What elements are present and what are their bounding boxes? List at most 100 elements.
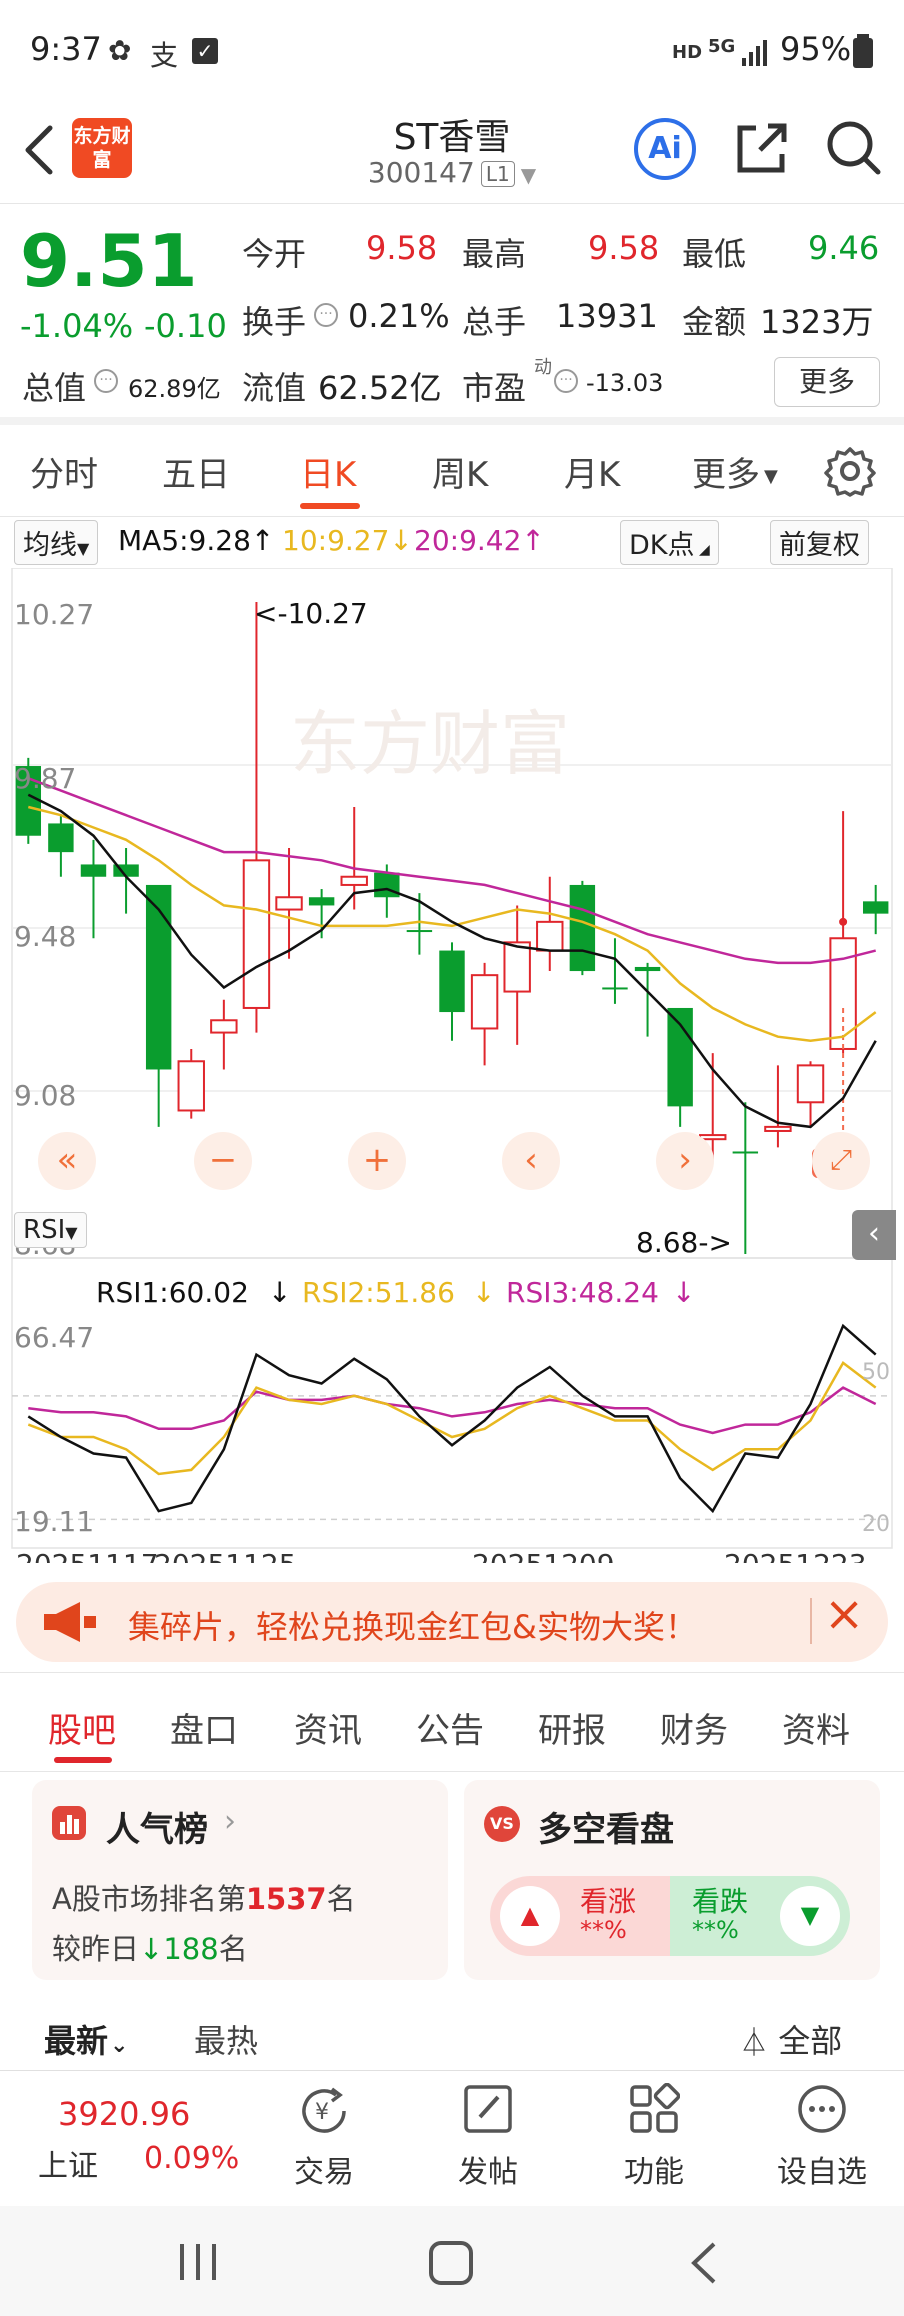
watchlist-label: 设自选 — [777, 2155, 867, 2190]
pe-value: -13.03 — [586, 369, 664, 397]
close-icon[interactable]: × — [824, 1586, 864, 1642]
scroll-left-fast-button[interactable]: « — [38, 1132, 96, 1190]
tab-announcements[interactable]: 公告 — [416, 1703, 484, 1752]
zoom-in-button[interactable]: + — [348, 1132, 406, 1190]
candle-body — [242, 859, 271, 1009]
content-tabs: 股吧 盘口 资讯 公告 研报 财务 资料 — [0, 1672, 904, 1772]
filter-all[interactable]: ⏃ 全部 — [740, 2016, 842, 2062]
candle-body — [536, 920, 564, 952]
recent-apps-icon[interactable] — [176, 2242, 220, 2282]
low-label: 最低 — [682, 235, 747, 273]
tab-guba[interactable]: 股吧 — [48, 1703, 116, 1752]
quote-panel: 9.51 -1.04% -0.10 今开 9.58 最高 9.58 最低 9.4… — [0, 205, 904, 425]
share-icon[interactable] — [734, 120, 790, 176]
ma10-text: 10:9.27 — [282, 524, 390, 557]
kline-chart[interactable]: 东方财富 10.27 9.87 9.48 9.08 8.68 <-10.27 8… — [0, 568, 904, 1563]
candle-body — [764, 1125, 792, 1132]
down-arrow-icon: ↓ — [672, 1276, 695, 1309]
candle-body — [602, 987, 628, 990]
scroll-left-button[interactable]: ‹ — [502, 1132, 560, 1190]
sentiment-card[interactable]: VS 多空看盘 ▲ 看涨 **% 看跌 **% ▼ — [464, 1780, 880, 1980]
candle-body — [308, 897, 335, 906]
tab-daily-k[interactable]: 日K — [300, 447, 356, 496]
caret-down-icon: ▼ — [77, 539, 90, 558]
y-label-2: 9.87 — [14, 762, 76, 795]
filter-icon: ⏃ — [740, 2026, 769, 2059]
indicator-select[interactable]: 均线▼ — [14, 520, 99, 565]
more-button[interactable]: 更多 — [774, 357, 880, 407]
y-label-max: 10.27 — [14, 598, 94, 631]
tab-pankou[interactable]: 盘口 — [170, 1703, 238, 1752]
vs-icon: VS — [484, 1806, 520, 1842]
chevron-right-icon: › — [224, 1804, 236, 1839]
info-icon[interactable]: ··· — [314, 303, 338, 327]
index-name[interactable]: 上证 — [38, 2141, 98, 2185]
ma5-label: MA5:9.28↑ — [118, 524, 274, 557]
kline-chart-area: 均线▼ MA5:9.28↑ 10:9.27↓ 20:9.42↑ DK点 ◢ 前复… — [0, 518, 904, 1563]
tab-more[interactable]: 更多 ▼ — [692, 447, 778, 496]
dk-point-button[interactable]: DK点 ◢ — [620, 520, 719, 565]
tab-news[interactable]: 资讯 — [294, 1703, 362, 1752]
tab-finance[interactable]: 财务 — [660, 1703, 728, 1752]
float-label: 流值 — [242, 369, 307, 407]
tab-five-day[interactable]: 五日 — [162, 447, 230, 496]
candle-body — [340, 875, 368, 886]
ai-button[interactable]: Ai — [634, 118, 696, 180]
pe-label: 市盈 — [462, 369, 527, 407]
scroll-right-button[interactable]: › — [656, 1132, 714, 1190]
down-arrow-icon: ↓ — [268, 1276, 291, 1309]
settings-icon[interactable] — [824, 445, 876, 497]
chart-period-tabs: 分时 五日 日K 周K 月K 更多 ▼ — [0, 425, 904, 517]
svg-text:¥: ¥ — [315, 2100, 329, 2125]
tab-monthly-k[interactable]: 月K — [564, 447, 620, 496]
signal-dot — [839, 917, 848, 926]
nav-back-icon[interactable] — [688, 2240, 718, 2286]
popularity-card[interactable]: 人气榜 › A股市场排名第1537名 较昨日↓188名 — [32, 1780, 448, 1980]
tab-research[interactable]: 研报 — [538, 1703, 606, 1752]
volume-label: 总手 — [462, 303, 527, 341]
triangle-up-icon: ▲ — [500, 1886, 560, 1946]
volume-value: 13931 — [556, 297, 658, 335]
rsi3-line — [28, 1386, 877, 1435]
alipay-icon: 支 — [150, 39, 179, 72]
fullscreen-button[interactable]: ⤢ — [812, 1132, 870, 1190]
bearish-value: **% — [692, 1916, 739, 1944]
high-label: 最高 — [462, 235, 527, 273]
tab-weekly-k[interactable]: 周K — [432, 447, 488, 496]
candle-body — [406, 930, 433, 933]
post-label: 发帖 — [458, 2155, 518, 2190]
tab-profile[interactable]: 资料 — [782, 1703, 850, 1752]
tab-intraday[interactable]: 分时 — [30, 447, 98, 496]
zoom-out-button[interactable]: − — [194, 1132, 252, 1190]
info-icon[interactable]: ··· — [554, 369, 578, 393]
dropdown-icon[interactable]: ▼ — [521, 163, 536, 187]
bullish-button[interactable]: ▲ 看涨 **% — [490, 1876, 670, 1956]
candle-body — [796, 1064, 825, 1104]
sort-latest[interactable]: 最新⌄ — [44, 2016, 128, 2062]
edit-icon — [464, 2085, 512, 2133]
bearish-button[interactable]: 看跌 **% ▼ — [670, 1876, 850, 1956]
search-icon[interactable] — [824, 118, 884, 178]
filter-all-label: 全部 — [778, 2022, 843, 2060]
divider — [810, 1598, 812, 1644]
ma20-text: 20:9.42 — [414, 524, 522, 557]
rank-change-suffix: 名 — [218, 1932, 248, 1966]
rsi-select[interactable]: RSI▼ — [14, 1212, 87, 1248]
home-icon[interactable] — [428, 2240, 474, 2286]
trade-icon: ¥ — [302, 2087, 346, 2133]
promo-banner[interactable]: 集碎片，轻松兑换现金红包&实物大奖！ × — [16, 1582, 888, 1662]
collapse-panel-button[interactable]: ‹ — [852, 1210, 896, 1260]
candle-body — [829, 937, 857, 1050]
candle-body — [569, 884, 596, 972]
candle-body — [732, 1151, 759, 1154]
pinwheel-icon: ✿ — [108, 34, 132, 67]
down-arrow-icon: ↓ — [472, 1276, 495, 1309]
index-value[interactable]: 3920.96 — [58, 2095, 190, 2133]
info-icon[interactable]: ··· — [94, 369, 118, 393]
bullish-label: 看涨 — [580, 1885, 637, 1918]
sort-hot[interactable]: 最热 — [194, 2016, 258, 2062]
index-change[interactable]: 0.09% — [144, 2141, 239, 2176]
adjust-button[interactable]: 前复权 — [770, 520, 869, 565]
chevron-down-icon: ⌄ — [110, 2033, 129, 2058]
level-badge: L1 — [480, 161, 515, 187]
